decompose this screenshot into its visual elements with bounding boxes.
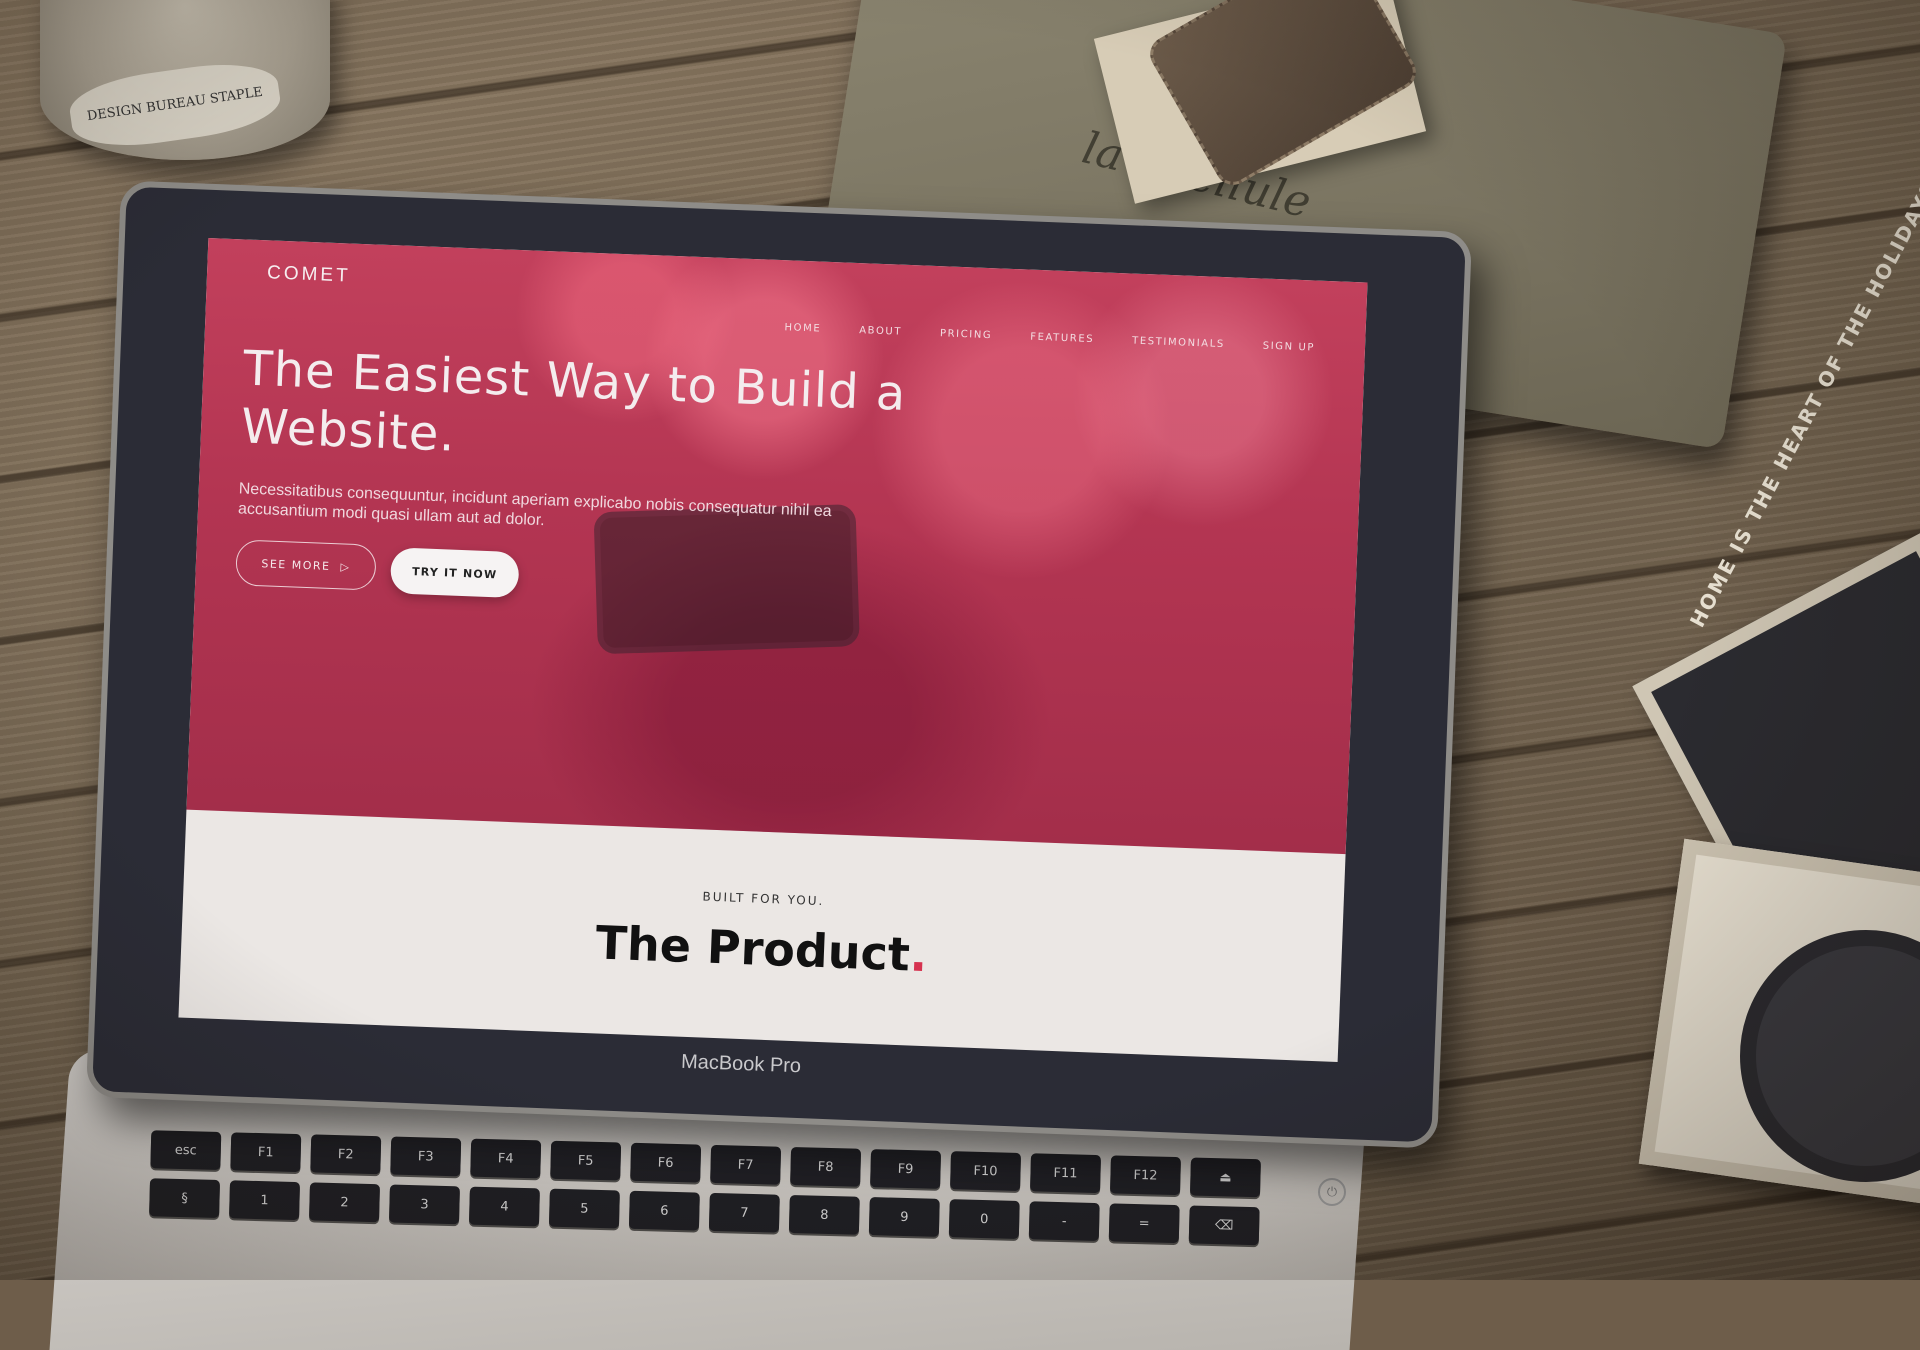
nav-item-sign-up[interactable]: SIGN UP xyxy=(1263,341,1316,354)
key-row2-3[interactable]: 3 xyxy=(388,1184,460,1225)
play-icon: ▷ xyxy=(340,559,351,574)
see-more-label: SEE MORE xyxy=(261,556,331,573)
key-row1-5[interactable]: F5 xyxy=(550,1140,622,1181)
key-row2-11[interactable]: - xyxy=(1028,1201,1100,1242)
key-row1-8[interactable]: F8 xyxy=(790,1146,862,1187)
key-row2-13[interactable]: ⌫ xyxy=(1188,1205,1260,1246)
hero-title: The Easiest Way to Build a Website. xyxy=(240,340,908,463)
laptop-screen: COMET HOME ABOUT PRICING FEATURES TESTIM… xyxy=(178,238,1368,1062)
see-more-button[interactable]: SEE MORE ▷ xyxy=(235,539,377,591)
key-row1-10[interactable]: F10 xyxy=(950,1151,1022,1191)
key-row2-9[interactable]: 9 xyxy=(868,1197,940,1237)
key-row2-10[interactable]: 0 xyxy=(948,1199,1020,1239)
key-row2-6[interactable]: 6 xyxy=(628,1190,700,1231)
key-row1-0[interactable]: esc xyxy=(150,1130,222,1171)
hero-section: COMET HOME ABOUT PRICING FEATURES TESTIM… xyxy=(186,238,1368,855)
key-row2-1[interactable]: 1 xyxy=(229,1180,301,1221)
key-row2-0[interactable]: § xyxy=(149,1178,221,1219)
key-row1-4[interactable]: F4 xyxy=(470,1138,542,1179)
nav-item-pricing[interactable]: PRICING xyxy=(940,328,993,341)
key-row1-9[interactable]: F9 xyxy=(870,1149,942,1189)
key-row2-5[interactable]: 5 xyxy=(548,1188,620,1229)
try-it-now-button[interactable]: TRY IT NOW xyxy=(389,547,520,599)
section-title-dot: . xyxy=(908,927,929,983)
nav-item-about[interactable]: ABOUT xyxy=(859,325,902,338)
key-row1-6[interactable]: F6 xyxy=(630,1142,702,1183)
key-row1-12[interactable]: F12 xyxy=(1109,1155,1181,1196)
key-row1-1[interactable]: F1 xyxy=(230,1132,302,1173)
nav-item-features[interactable]: FEATURES xyxy=(1030,332,1094,345)
key-row1-11[interactable]: F11 xyxy=(1030,1153,1101,1194)
key-row2-4[interactable]: 4 xyxy=(468,1186,540,1227)
section-title-text: The Product xyxy=(594,915,911,982)
key-row1-2[interactable]: F2 xyxy=(310,1134,382,1175)
power-icon[interactable]: ⏻ xyxy=(1318,1178,1346,1206)
hero-subtitle: Necessitatibus consequuntur, incidunt ap… xyxy=(237,480,832,530)
laptop-brand-label: MacBook Pro xyxy=(680,1050,802,1078)
key-row2-7[interactable]: 7 xyxy=(708,1192,780,1233)
key-row2-8[interactable]: 8 xyxy=(788,1194,860,1235)
nav-item-testimonials[interactable]: TESTIMONIALS xyxy=(1132,336,1225,351)
key-row1-3[interactable]: F3 xyxy=(390,1136,462,1177)
site-logo[interactable]: COMET xyxy=(267,262,351,287)
key-row1-13[interactable]: ⏏ xyxy=(1189,1157,1261,1198)
nav-item-home[interactable]: HOME xyxy=(784,322,821,334)
key-row2-12[interactable]: = xyxy=(1108,1203,1180,1244)
main-nav: HOME ABOUT PRICING FEATURES TESTIMONIALS… xyxy=(784,322,1315,353)
key-row1-7[interactable]: F7 xyxy=(710,1144,782,1185)
key-row2-2[interactable]: 2 xyxy=(309,1182,380,1223)
